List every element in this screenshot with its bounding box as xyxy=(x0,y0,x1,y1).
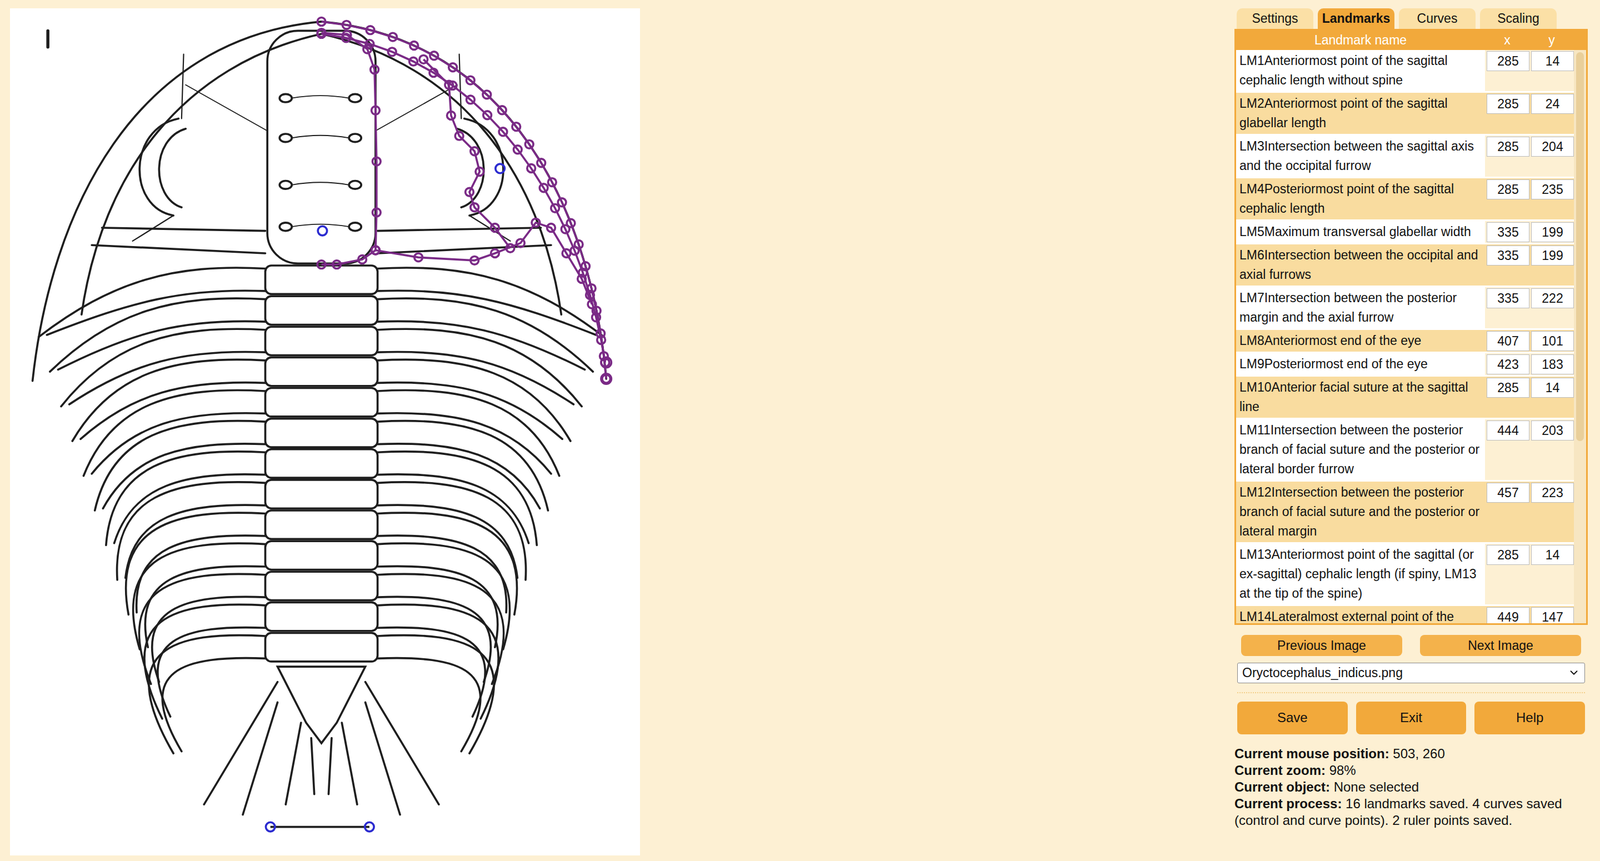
x-field[interactable]: 457 xyxy=(1486,482,1530,504)
y-field[interactable]: 14 xyxy=(1531,377,1574,399)
scrollbar-thumb[interactable] xyxy=(1576,52,1584,442)
table-row[interactable]: LM11Intersection between the posterior b… xyxy=(1236,419,1574,480)
y-field[interactable]: 222 xyxy=(1531,288,1574,309)
status-line: Current zoom: 98% xyxy=(1234,762,1583,779)
y-field[interactable]: 223 xyxy=(1531,482,1574,504)
tab-bar: SettingsLandmarksCurvesScaling xyxy=(1234,8,1588,29)
table-row[interactable]: LM10Anterior facial suture at the sagitt… xyxy=(1236,376,1574,418)
y-field[interactable]: 199 xyxy=(1531,222,1574,243)
landmark-name: LM11Intersection between the posterior b… xyxy=(1236,419,1485,480)
table-row[interactable]: LM2Anteriormost point of the sagittal gl… xyxy=(1236,92,1574,134)
x-field[interactable]: 423 xyxy=(1486,354,1530,375)
action-button[interactable]: Exit xyxy=(1356,701,1467,735)
x-field[interactable]: 335 xyxy=(1486,222,1530,243)
status-line: Current mouse position: 503, 260 xyxy=(1234,745,1583,763)
table-row[interactable]: LM7Intersection between the posterior ma… xyxy=(1236,287,1574,329)
table-row[interactable]: LM3Intersection between the sagittal axi… xyxy=(1236,135,1574,177)
y-field[interactable]: 199 xyxy=(1531,245,1574,267)
y-field[interactable]: 14 xyxy=(1531,51,1574,72)
y-field[interactable]: 101 xyxy=(1531,331,1574,352)
y-field[interactable]: 204 xyxy=(1531,136,1574,158)
landmark-name: LM7Intersection between the posterior ma… xyxy=(1236,287,1485,329)
y-field[interactable]: 14 xyxy=(1531,545,1574,566)
x-field[interactable]: 285 xyxy=(1486,51,1530,72)
x-field[interactable]: 285 xyxy=(1486,545,1530,566)
status-line: Current process: 16 landmarks saved. 4 c… xyxy=(1234,795,1583,829)
tab[interactable]: Curves xyxy=(1398,8,1476,29)
status-line: Current object: None selected xyxy=(1234,778,1583,796)
separator xyxy=(1237,692,1585,694)
landmark-name: LM12Intersection between the posterior b… xyxy=(1236,481,1485,543)
x-field[interactable]: 285 xyxy=(1486,93,1530,115)
table-row[interactable]: LM1Anteriormost point of the sagittal ce… xyxy=(1236,50,1574,92)
table-row[interactable]: LM4Posteriormost point of the sagittal c… xyxy=(1236,178,1574,220)
x-field[interactable]: 449 xyxy=(1486,607,1530,624)
app: SettingsLandmarksCurvesScalingLandmark n… xyxy=(0,0,1600,861)
table-row[interactable]: LM13Anteriormost point of the sagittal (… xyxy=(1236,543,1574,605)
image-canvas[interactable] xyxy=(10,8,640,856)
scale-ruler[interactable] xyxy=(265,822,374,832)
x-field[interactable]: 407 xyxy=(1486,331,1530,352)
landmark-name: LM8Anteriormost end of the eye xyxy=(1236,330,1485,352)
x-field[interactable]: 335 xyxy=(1486,245,1530,267)
y-field[interactable]: 183 xyxy=(1531,354,1574,375)
table-row[interactable]: LM9Posteriormost end of the eye423183 xyxy=(1236,353,1574,375)
navigation: Previous Image Next Image xyxy=(1234,635,1588,657)
tab[interactable]: Scaling xyxy=(1480,8,1557,29)
table-row[interactable]: LM6Intersection between the occipital an… xyxy=(1236,244,1574,286)
y-field[interactable]: 24 xyxy=(1531,93,1574,115)
landmark-name: LM13Anteriormost point of the sagittal (… xyxy=(1236,543,1485,605)
side-panel: SettingsLandmarksCurvesScalingLandmark n… xyxy=(1234,8,1588,829)
y-field[interactable]: 147 xyxy=(1531,607,1574,624)
nav-button[interactable]: Next Image xyxy=(1420,635,1582,657)
action-buttons: SaveExitHelp xyxy=(1234,701,1588,735)
landmark-name: LM5Maximum transversal glabellar width xyxy=(1236,221,1485,243)
table-row[interactable]: LM14Lateralmost external point of the449… xyxy=(1236,606,1574,624)
landmark-name: LM1Anteriormost point of the sagittal ce… xyxy=(1236,50,1485,92)
x-field[interactable]: 285 xyxy=(1486,179,1530,200)
trilobite-outline xyxy=(32,21,607,815)
curve-overlay[interactable] xyxy=(317,17,612,385)
table-row[interactable]: LM12Intersection between the posterior b… xyxy=(1236,481,1574,543)
landmark-name: LM3Intersection between the sagittal axi… xyxy=(1236,135,1485,177)
landmark-name: LM4Posteriormost point of the sagittal c… xyxy=(1236,178,1485,220)
landmark-name: LM2Anteriormost point of the sagittal gl… xyxy=(1236,92,1485,134)
y-field[interactable]: 203 xyxy=(1531,420,1574,442)
landmark-name: LM10Anterior facial suture at the sagitt… xyxy=(1236,376,1485,418)
status-panel: Current mouse position: 503, 260Current … xyxy=(1234,745,1588,829)
x-field[interactable]: 285 xyxy=(1486,377,1530,399)
table-row[interactable]: LM8Anteriormost end of the eye407101 xyxy=(1236,330,1574,352)
nav-button[interactable]: Previous Image xyxy=(1241,635,1403,657)
table-body: LM1Anteriormost point of the sagittal ce… xyxy=(1236,50,1574,624)
y-field[interactable]: 235 xyxy=(1531,179,1574,200)
image-select[interactable]: Oryctocephalus_indicus.png xyxy=(1237,662,1585,684)
landmark-name: LM9Posteriormost end of the eye xyxy=(1236,353,1485,375)
landmark-name: LM6Intersection between the occipital an… xyxy=(1236,244,1485,286)
table-row[interactable]: LM5Maximum transversal glabellar width33… xyxy=(1236,221,1574,243)
landmark-table: Landmark namexyLM1Anteriormost point of … xyxy=(1234,28,1588,625)
specimen-drawing[interactable] xyxy=(10,8,640,856)
landmark-points[interactable] xyxy=(317,163,505,236)
action-button[interactable]: Save xyxy=(1237,701,1348,735)
scrollbar[interactable] xyxy=(1573,50,1587,624)
x-field[interactable]: 285 xyxy=(1486,136,1530,158)
landmark-name: LM14Lateralmost external point of the xyxy=(1236,606,1485,624)
tab[interactable]: Settings xyxy=(1236,8,1314,29)
table-header: Landmark namexy xyxy=(1236,30,1587,50)
x-field[interactable]: 335 xyxy=(1486,288,1530,309)
action-button[interactable]: Help xyxy=(1474,701,1585,735)
x-field[interactable]: 444 xyxy=(1486,420,1530,442)
tab[interactable]: Landmarks xyxy=(1317,8,1395,29)
chevron-down-icon xyxy=(1567,666,1580,679)
